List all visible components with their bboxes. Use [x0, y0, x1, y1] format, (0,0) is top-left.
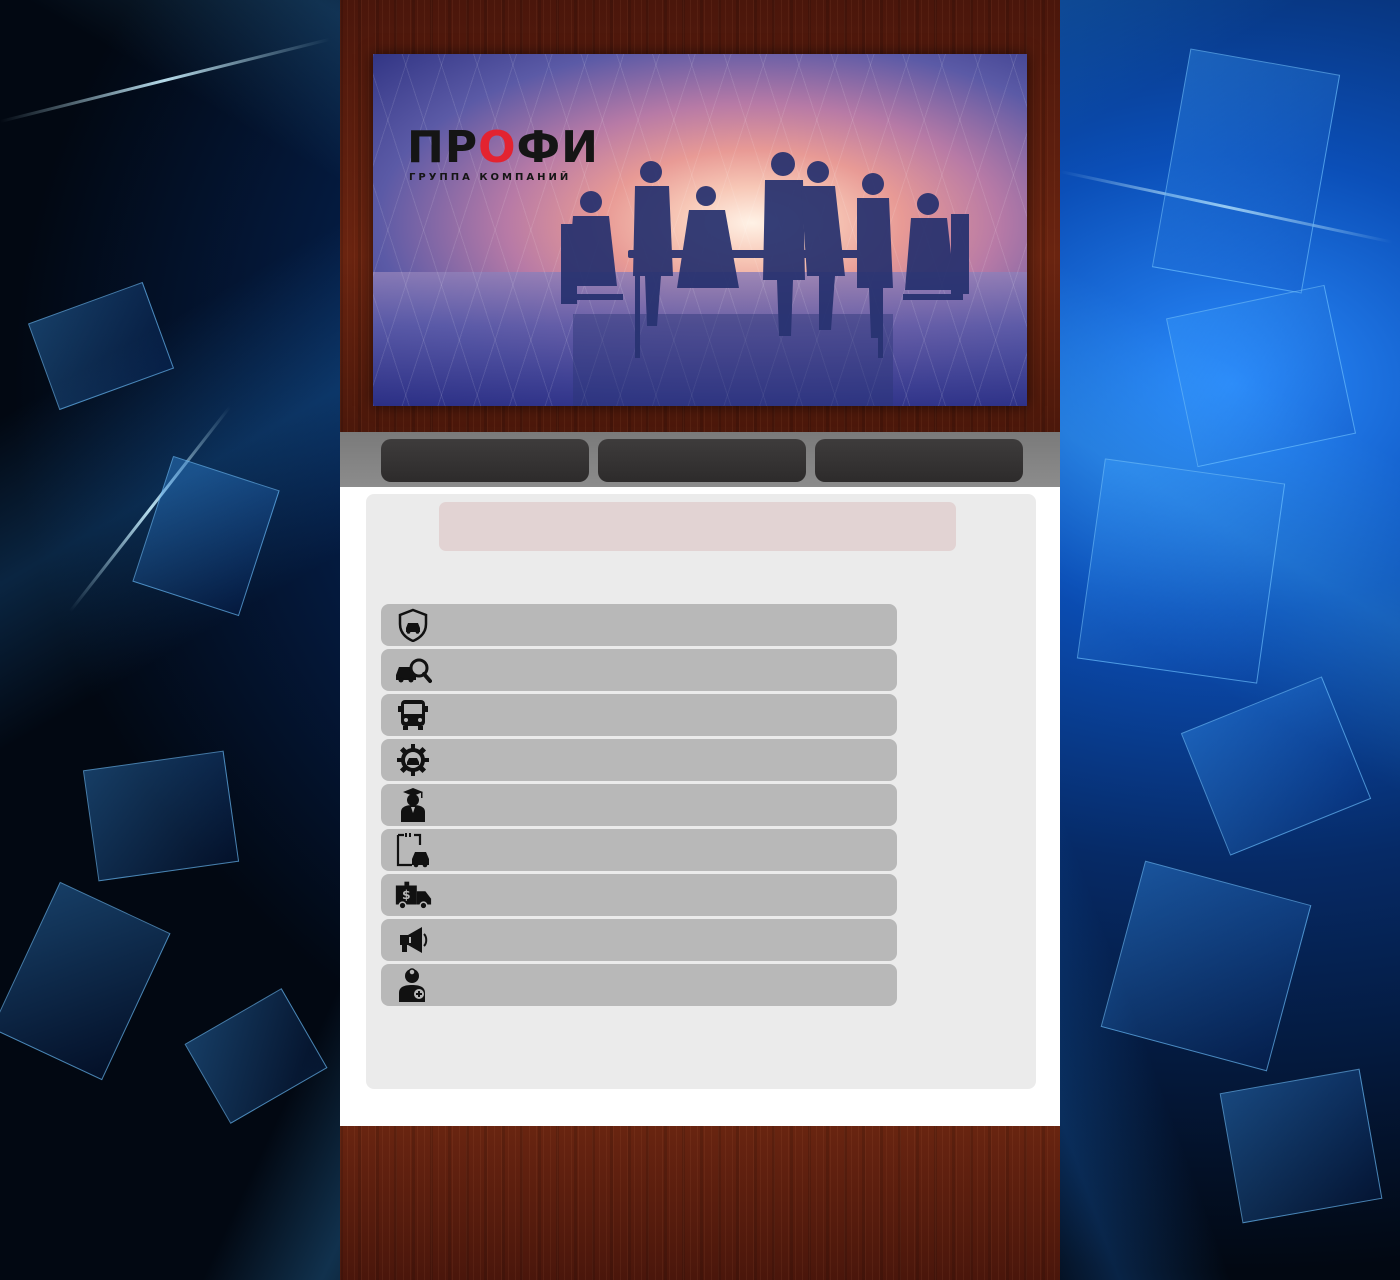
car-shield-icon	[393, 606, 433, 644]
bus-icon	[393, 696, 433, 734]
doctor-icon	[393, 966, 433, 1004]
nav-button-1[interactable]	[381, 439, 589, 482]
car-gear-icon	[393, 741, 433, 779]
nav-button-2[interactable]	[598, 439, 806, 482]
service-item-car-rental[interactable]	[381, 829, 897, 871]
cash-van-icon: $	[393, 876, 433, 914]
company-tagline: ГРУППА КОМПАНИЙ	[409, 172, 572, 183]
car-search-icon	[393, 651, 433, 689]
service-item-bus[interactable]	[381, 694, 897, 736]
service-item-cash-collection[interactable]: $	[381, 874, 897, 916]
service-item-advertising[interactable]	[381, 919, 897, 961]
service-item-medical[interactable]	[381, 964, 897, 1006]
graduate-icon	[393, 786, 433, 824]
service-item-car-inspection[interactable]	[381, 649, 897, 691]
page-title	[439, 502, 956, 551]
service-item-driving-school[interactable]	[381, 784, 897, 826]
business-meeting-illustration	[561, 152, 969, 406]
hero-banner: ПРОФИ ГРУППА КОМПАНИЙ	[373, 54, 1027, 406]
service-item-car-service[interactable]	[381, 739, 897, 781]
svg-text:$: $	[402, 888, 411, 902]
service-item-car-insurance[interactable]	[381, 604, 897, 646]
nav-button-3[interactable]	[815, 439, 1023, 482]
megaphone-icon	[393, 921, 433, 959]
company-logo: ПРОФИ	[407, 122, 599, 173]
clipboard-car-icon	[393, 831, 433, 869]
